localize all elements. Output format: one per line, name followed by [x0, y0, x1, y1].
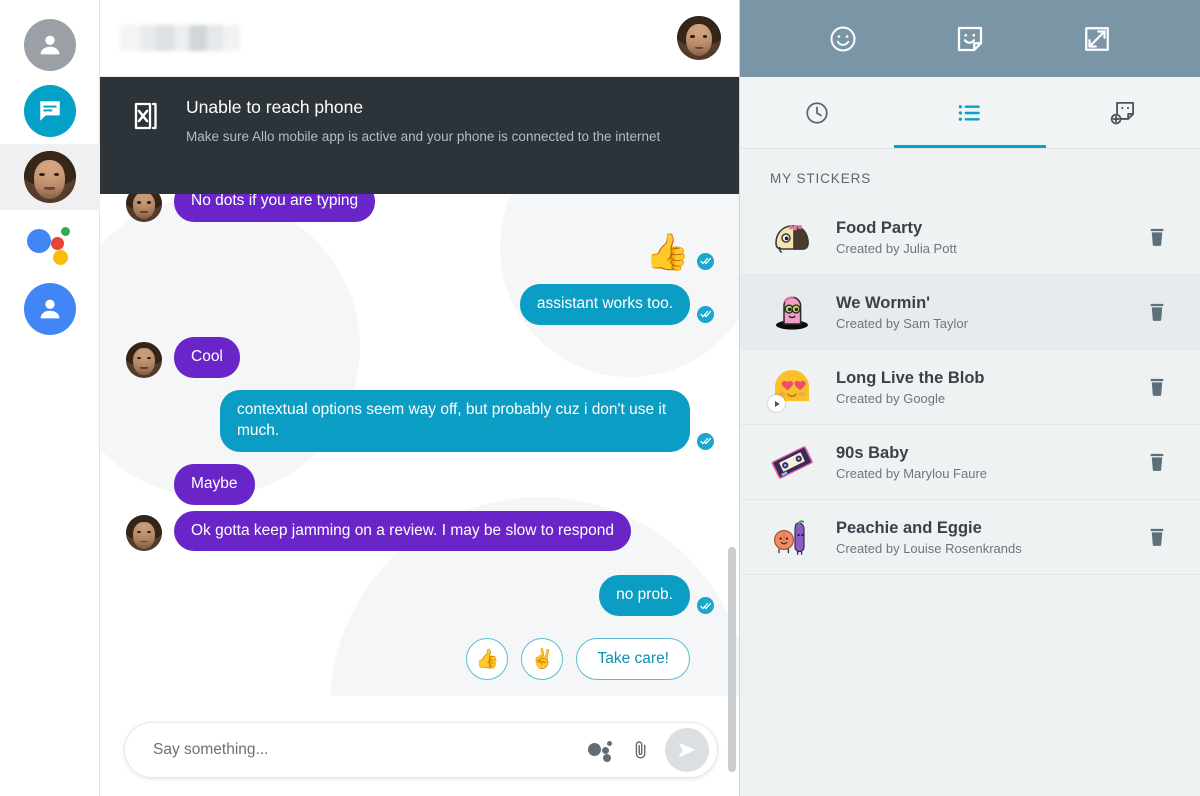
banner-subtitle: Make sure Allo mobile app is active and … — [186, 129, 661, 144]
peach-eggplant-sticker — [766, 511, 818, 563]
sidebar-item-account-avatar[interactable] — [0, 12, 100, 78]
sticker-pack-author: Created by Marylou Faure — [836, 466, 988, 482]
suggestion-take-care[interactable]: Take care! — [576, 638, 690, 681]
sidebar-item-conversation-contact[interactable] — [0, 144, 100, 210]
message-row: 👍 — [126, 233, 714, 272]
read-receipt-icon — [697, 597, 714, 615]
worm-character-sticker — [766, 286, 818, 338]
sticker-pack-row[interactable]: Long Live the Blob Created by Google — [740, 350, 1200, 425]
message-row: Ok gotta keep jamming on a review. I may… — [126, 510, 714, 552]
message-bubble[interactable]: Maybe — [174, 463, 255, 505]
trash-icon[interactable] — [1142, 297, 1172, 327]
message-bubble[interactable]: assistant works too. — [519, 283, 690, 325]
message-input[interactable] — [153, 741, 581, 759]
sidebar-item-chats[interactable] — [0, 78, 100, 144]
sticker-panel: MY STICKERS Food Party Created by Julia … — [740, 0, 1200, 796]
message-emoji[interactable]: 👍 — [645, 233, 690, 272]
sticker-pack-row[interactable]: We Wormin' Created by Sam Taylor — [740, 275, 1200, 350]
tab-recent[interactable] — [740, 77, 893, 148]
allo-web-app: No dots if you are typing 👍 assistant wo… — [0, 0, 1200, 796]
unable-to-reach-phone-banner: Unable to reach phone Make sure Allo mob… — [100, 77, 739, 194]
left-nav-rail — [0, 0, 100, 796]
sticker-pack-row[interactable]: 90s Baby Created by Marylou Faure — [740, 425, 1200, 500]
read-receipt-icon — [697, 305, 714, 323]
sticker-list-container: MY STICKERS Food Party Created by Julia … — [740, 149, 1200, 796]
smiley-face-icon[interactable] — [828, 24, 858, 54]
banner-text: Unable to reach phone Make sure Allo mob… — [178, 97, 660, 194]
message-row: contextual options seem way off, but pro… — [126, 389, 714, 452]
message-row: Cool — [126, 336, 714, 378]
message-avatar — [126, 515, 162, 552]
message-avatar — [126, 341, 162, 378]
message-row: assistant works too. — [126, 283, 714, 325]
sidebar-item-contact[interactable] — [0, 276, 100, 342]
sticker-pack-name: Peachie and Eggie — [836, 518, 982, 537]
suggestion-victory[interactable]: ✌️ — [521, 638, 564, 681]
message-bubble[interactable]: Ok gotta keep jamming on a review. I may… — [174, 510, 632, 552]
header-contact-avatar[interactable] — [677, 16, 721, 60]
sticker-pack-meta: Peachie and Eggie Created by Louise Rose… — [836, 518, 1142, 557]
sticker-pack-meta: We Wormin' Created by Sam Taylor — [836, 293, 1142, 332]
paperclip-icon[interactable] — [621, 730, 661, 770]
message-row: no prob. — [126, 575, 714, 617]
expand-diagonal-icon[interactable] — [1082, 24, 1112, 54]
vhs-cassette-sticker — [766, 436, 818, 488]
suggestion-thumbs-up[interactable]: 👍 — [466, 638, 509, 681]
sticker-pack-meta: 90s Baby Created by Marylou Faure — [836, 443, 1142, 482]
tab-my-stickers[interactable] — [893, 77, 1046, 148]
panel-toolbar — [740, 0, 1200, 77]
banner-title: Unable to reach phone — [186, 97, 364, 117]
play-badge-icon — [768, 395, 785, 412]
chat-column: No dots if you are typing 👍 assistant wo… — [100, 0, 740, 796]
read-receipt-icon — [697, 252, 714, 270]
sticker-pack-name: We Wormin' — [836, 293, 931, 312]
sticker-pack-name: Long Live the Blob — [836, 368, 985, 387]
sticker-pack-row[interactable]: Peachie and Eggie Created by Louise Rose… — [740, 500, 1200, 575]
taco-character-sticker — [766, 211, 818, 263]
sticker-pack-author: Created by Google — [836, 391, 946, 407]
sticker-pack-author: Created by Louise Rosenkrands — [836, 541, 1022, 557]
sticker-pack-meta: Food Party Created by Julia Pott — [836, 218, 1142, 257]
message-bubble[interactable]: no prob. — [599, 575, 690, 617]
message-bubble[interactable]: contextual options seem way off, but pro… — [220, 389, 690, 452]
section-title: MY STICKERS — [770, 171, 872, 186]
assistant-dots-icon[interactable] — [581, 730, 621, 770]
assistant-dots-icon — [26, 223, 73, 265]
trash-icon[interactable] — [1142, 522, 1172, 552]
phone-unreachable-icon — [132, 97, 178, 194]
sticker-pack-meta: Long Live the Blob Created by Google — [836, 368, 1142, 407]
chat-scrollbar-thumb[interactable] — [728, 547, 736, 772]
tab-add-stickers[interactable] — [1047, 77, 1200, 148]
sticker-pack-author: Created by Julia Pott — [836, 241, 957, 257]
message-composer — [124, 722, 718, 778]
sidebar-item-google-assistant[interactable] — [0, 210, 100, 276]
trash-icon[interactable] — [1142, 222, 1172, 252]
message-bubble[interactable]: Cool — [174, 336, 240, 378]
person-icon — [23, 19, 76, 71]
sticker-pack-row[interactable]: Food Party Created by Julia Pott — [740, 200, 1200, 275]
trash-icon[interactable] — [1142, 447, 1172, 477]
chat-header — [100, 0, 739, 77]
sticker-pack-author: Created by Sam Taylor — [836, 316, 968, 332]
trash-icon[interactable] — [1142, 372, 1172, 402]
chat-bubble-icon — [23, 85, 76, 137]
panel-tabs — [740, 77, 1200, 149]
person-icon — [23, 283, 76, 335]
heart-eyes-blob-sticker — [766, 361, 818, 413]
smart-reply-chips: 👍 ✌️ Take care! — [126, 638, 714, 681]
user-photo-avatar — [23, 151, 76, 203]
read-receipt-icon — [697, 432, 714, 450]
sticker-pack-name: 90s Baby — [836, 443, 909, 462]
contact-name-redacted — [120, 25, 240, 51]
message-row: Maybe — [126, 463, 714, 505]
send-icon[interactable] — [665, 728, 709, 772]
sticker-icon[interactable] — [955, 24, 985, 54]
sticker-pack-name: Food Party — [836, 218, 923, 237]
